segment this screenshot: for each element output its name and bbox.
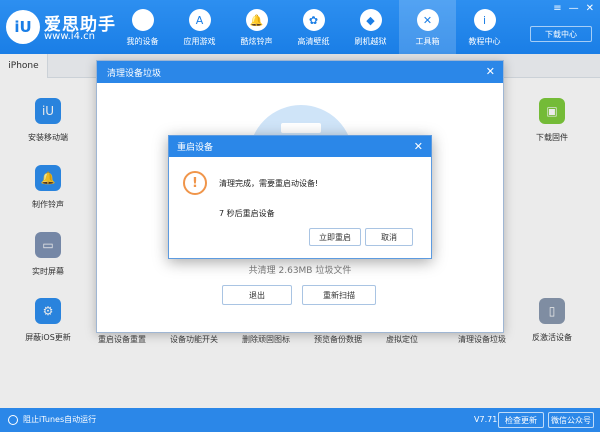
brand-url: www.i4.cn	[44, 31, 95, 42]
dialog-title: 清理设备垃圾	[107, 68, 162, 79]
rescan-button[interactable]: 重新扫描	[302, 285, 376, 305]
nav-label: 应用游戏	[183, 37, 216, 46]
restart-device-dialog: 重启设备 ✕ ! 清理完成，需要重启动设备! 7 秒后重启设备 立即重启 取消	[168, 135, 432, 259]
nav-label: 教程中心	[468, 37, 501, 46]
nav-wallpapers[interactable]: ✿ 高清壁纸	[285, 0, 342, 54]
wechat-label: 微信公众号	[551, 415, 591, 425]
minimize-icon[interactable]: —	[569, 3, 579, 14]
nav-flash-jailbreak[interactable]: ◆ 刷机越狱	[342, 0, 399, 54]
warning-icon: !	[183, 171, 207, 195]
rescan-label: 重新扫描	[323, 290, 355, 300]
apple-icon	[131, 9, 154, 31]
nav-apps-games[interactable]: A 应用游戏	[171, 0, 228, 54]
block-itunes-toggle[interactable]: 阻止iTunes自动运行	[8, 414, 96, 425]
tools-icon: ✕	[416, 9, 439, 31]
radio-icon	[8, 414, 18, 425]
dialog-titlebar: 重启设备 ✕	[169, 136, 431, 157]
cancel-label: 取消	[381, 232, 397, 242]
nav-label: 工具箱	[415, 37, 440, 46]
nav-label: 刷机越狱	[354, 37, 387, 46]
menu-icon[interactable]: ≡	[553, 3, 561, 14]
nav-toolbox[interactable]: ✕ 工具箱	[399, 0, 456, 54]
dialog-title: 重启设备	[177, 143, 214, 153]
restart-now-button[interactable]: 立即重启	[309, 228, 361, 246]
app-store-icon: A	[188, 9, 211, 31]
window-controls: ≡ — ✕	[553, 3, 594, 14]
i4-logo: iU	[6, 10, 40, 44]
check-update-button[interactable]: 检查更新	[498, 412, 544, 428]
close-icon[interactable]: ✕	[586, 3, 594, 14]
block-itunes-label: 阻止iTunes自动运行	[23, 415, 97, 424]
info-icon: i	[473, 9, 496, 31]
clean-summary: 共清理 2.63MB 垃圾文件	[248, 266, 352, 276]
app-header: iU 爱思助手 www.i4.cn 我的设备 A 应用游戏 🔔 酷炫铃声 ✿ 高…	[0, 0, 600, 54]
nav-label: 高清壁纸	[297, 37, 330, 46]
close-icon[interactable]: ✕	[414, 140, 423, 153]
exit-button[interactable]: 退出	[222, 285, 292, 305]
download-center-label: 下载中心	[545, 29, 577, 39]
cancel-button[interactable]: 取消	[365, 228, 413, 246]
nav-label: 我的设备	[126, 37, 159, 46]
wallpaper-icon: ✿	[302, 9, 325, 31]
nav-my-device[interactable]: 我的设备	[114, 0, 171, 54]
dialog-titlebar: 清理设备垃圾 ✕	[97, 61, 503, 83]
phone-illustration-screen	[281, 123, 321, 133]
dropbox-icon: ◆	[359, 9, 382, 31]
restart-message: 清理完成，需要重启动设备!	[219, 179, 319, 188]
download-center-button[interactable]: 下载中心	[530, 26, 592, 42]
status-footer: 阻止iTunes自动运行 V7.71 检查更新 微信公众号	[0, 408, 600, 432]
wechat-button[interactable]: 微信公众号	[548, 412, 594, 428]
bell-icon: 🔔	[245, 9, 268, 31]
check-update-label: 检查更新	[505, 415, 537, 425]
restart-countdown: 7 秒后重启设备	[219, 209, 275, 218]
nav-ringtones[interactable]: 🔔 酷炫铃声	[228, 0, 285, 54]
main-nav: 我的设备 A 应用游戏 🔔 酷炫铃声 ✿ 高清壁纸 ◆ 刷机越狱 ✕ 工具箱 i…	[114, 0, 513, 54]
nav-label: 酷炫铃声	[240, 37, 273, 46]
close-icon[interactable]: ✕	[486, 65, 495, 78]
version-label: V7.71	[474, 415, 498, 424]
nav-tutorials[interactable]: i 教程中心	[456, 0, 513, 54]
restart-now-label: 立即重启	[319, 232, 351, 242]
exit-label: 退出	[249, 290, 265, 300]
